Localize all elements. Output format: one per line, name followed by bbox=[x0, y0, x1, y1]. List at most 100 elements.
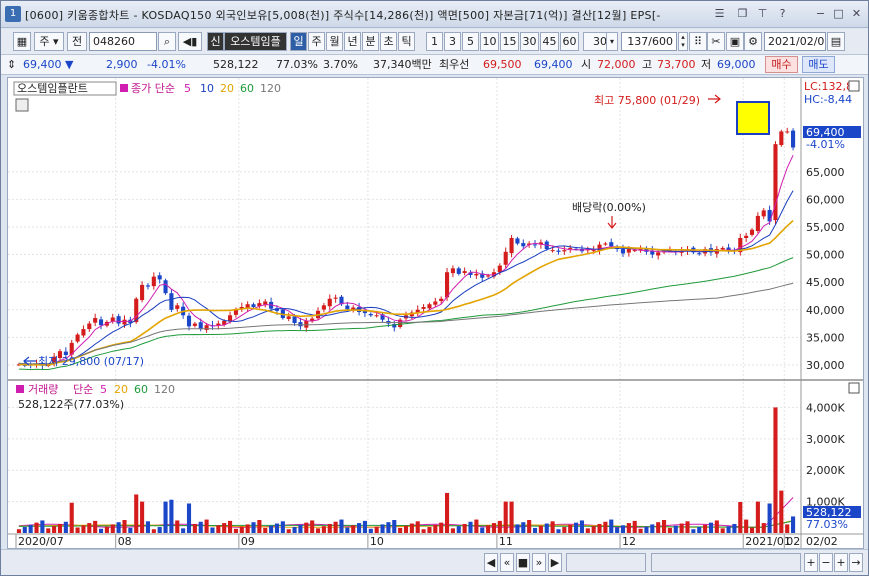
interval-button-1[interactable]: 1 bbox=[426, 32, 443, 51]
auto-fit-icon[interactable]: + bbox=[834, 553, 848, 572]
candle-body bbox=[251, 304, 256, 307]
candle-body bbox=[450, 268, 455, 274]
period-button-2[interactable]: 월 bbox=[326, 32, 343, 51]
volume-bar bbox=[767, 503, 772, 533]
candle-body bbox=[697, 253, 702, 255]
interval-dropdown-icon[interactable]: ▾ bbox=[606, 32, 618, 51]
volume-bar bbox=[327, 523, 332, 533]
interval-button-10[interactable]: 10 bbox=[480, 32, 499, 51]
best-ask-label: 최우선 bbox=[439, 58, 470, 71]
candle-body bbox=[368, 313, 373, 316]
pin-icon[interactable]: ⊤ bbox=[755, 6, 770, 21]
highlight-box[interactable] bbox=[736, 101, 770, 135]
period-button-4[interactable]: 분 bbox=[362, 32, 379, 51]
history-strip[interactable] bbox=[651, 553, 801, 572]
search-icon[interactable]: ⌕ bbox=[158, 32, 176, 51]
indicator-icon[interactable]: ⠿ bbox=[689, 32, 707, 51]
volume-bar bbox=[421, 529, 426, 533]
candle-body bbox=[292, 316, 297, 324]
interval-button-45[interactable]: 45 bbox=[540, 32, 559, 51]
calendar-icon[interactable]: ▤ bbox=[827, 32, 845, 51]
chart-area[interactable]: 오스템임플란트 종가 단순 5 10 20 60 120 최고 75,800 (… bbox=[7, 77, 864, 549]
zoom-out-icon[interactable]: − bbox=[819, 553, 833, 572]
period-button-0[interactable]: 일 bbox=[290, 32, 307, 51]
volume-bar bbox=[491, 523, 497, 533]
volume-bar bbox=[163, 501, 168, 533]
volume-bar bbox=[321, 526, 326, 533]
stock-name-label[interactable]: 오스템임플 bbox=[224, 32, 287, 51]
price-panel-collapse-icon[interactable] bbox=[848, 80, 860, 92]
open-price: 72,000 bbox=[597, 58, 636, 71]
volume-bar bbox=[233, 528, 238, 533]
volume-panel-collapse-icon[interactable] bbox=[848, 382, 860, 394]
volume-tick-label: 3,000K bbox=[806, 433, 845, 446]
period-button-6[interactable]: 틱 bbox=[398, 32, 415, 51]
stock-code-input[interactable]: 048260 bbox=[89, 32, 157, 51]
list-icon[interactable]: ☰ bbox=[712, 6, 727, 21]
vol-ma120-label: 120 bbox=[154, 383, 175, 396]
volume-bar bbox=[703, 524, 708, 533]
help-icon[interactable]: ? bbox=[775, 6, 790, 21]
interval-button-30[interactable]: 30 bbox=[520, 32, 539, 51]
chart-svg[interactable]: 오스템임플란트 종가 단순 5 10 20 60 120 최고 75,800 (… bbox=[8, 78, 863, 548]
volume-bar bbox=[714, 520, 719, 533]
interval-button-3[interactable]: 3 bbox=[444, 32, 461, 51]
minimize-icon[interactable]: − bbox=[813, 6, 828, 21]
layout-icon[interactable]: ▦ bbox=[13, 32, 31, 51]
chart-type-select[interactable]: 주 ▾ bbox=[34, 32, 64, 51]
first-icon[interactable]: ◀ bbox=[484, 553, 498, 572]
period-button-5[interactable]: 초 bbox=[380, 32, 397, 51]
date-tick-label: 08 bbox=[118, 535, 132, 548]
volume-bar bbox=[544, 523, 549, 533]
volume-bar bbox=[374, 526, 379, 533]
volume-bar bbox=[474, 519, 479, 533]
period-button-1[interactable]: 주 bbox=[308, 32, 325, 51]
data-count-field[interactable]: 137/600 bbox=[621, 32, 677, 51]
save-icon[interactable]: ▣ bbox=[726, 32, 744, 51]
period-button-3[interactable]: 년 bbox=[344, 32, 361, 51]
expand-icon[interactable]: ⇕ bbox=[7, 56, 21, 74]
rewind-icon[interactable]: « bbox=[500, 553, 514, 572]
count-spin-icon[interactable]: ▴ ▾ bbox=[678, 32, 688, 51]
volume-ratio: 77.03% bbox=[276, 58, 318, 71]
candle-body bbox=[445, 272, 450, 298]
maximize-icon[interactable]: □ bbox=[831, 6, 846, 21]
scroll-right-icon[interactable]: → bbox=[849, 553, 863, 572]
volume-bar bbox=[239, 526, 244, 533]
interval-button-15[interactable]: 15 bbox=[500, 32, 519, 51]
sell-button[interactable]: 매도 bbox=[802, 56, 835, 73]
high-label: 고 bbox=[642, 58, 653, 71]
ma20-label: 20 bbox=[220, 82, 234, 95]
low-annotation: 최저 29,800 (07/17) bbox=[38, 355, 144, 368]
dividend-annotation: 배당락(0.00%) bbox=[572, 201, 646, 214]
candle-body bbox=[720, 247, 725, 250]
interval-button-60[interactable]: 60 bbox=[560, 32, 579, 51]
sound-icon[interactable]: ◀▮ bbox=[178, 32, 202, 51]
price-tick-label: 40,000 bbox=[806, 304, 845, 317]
date-input[interactable]: 2021/02/02 bbox=[764, 32, 826, 51]
tool-icon[interactable]: ✂ bbox=[707, 32, 725, 51]
scroll-slider[interactable] bbox=[566, 553, 646, 572]
volume-bar bbox=[145, 521, 151, 533]
interval-button-5[interactable]: 5 bbox=[462, 32, 479, 51]
last-icon[interactable]: ▶ bbox=[548, 553, 562, 572]
candle-body bbox=[532, 244, 538, 246]
volume-bar bbox=[304, 522, 309, 533]
buy-button[interactable]: 매수 bbox=[765, 56, 798, 73]
zoom-in-icon[interactable]: + bbox=[804, 553, 818, 572]
prev-button[interactable]: 전 bbox=[67, 32, 87, 51]
forward-icon[interactable]: » bbox=[532, 553, 546, 572]
table-icon[interactable] bbox=[15, 98, 29, 112]
volume-bar bbox=[486, 525, 491, 533]
candle-body bbox=[327, 298, 332, 307]
candle-body bbox=[550, 250, 555, 252]
candle-body bbox=[486, 275, 491, 277]
stop-icon[interactable]: ■ bbox=[516, 553, 530, 572]
volume-bar bbox=[785, 524, 790, 533]
close-icon[interactable]: ✕ bbox=[849, 6, 864, 21]
ma5-label: 5 bbox=[184, 82, 191, 95]
window-title: [0600] 키움종합차트 - KOSDAQ150 외국인보유[5,008(천)… bbox=[25, 9, 661, 22]
settings-icon[interactable]: ⚙ bbox=[744, 32, 762, 51]
restore-icon[interactable]: ❐ bbox=[735, 6, 750, 21]
volume-bar bbox=[685, 521, 690, 533]
